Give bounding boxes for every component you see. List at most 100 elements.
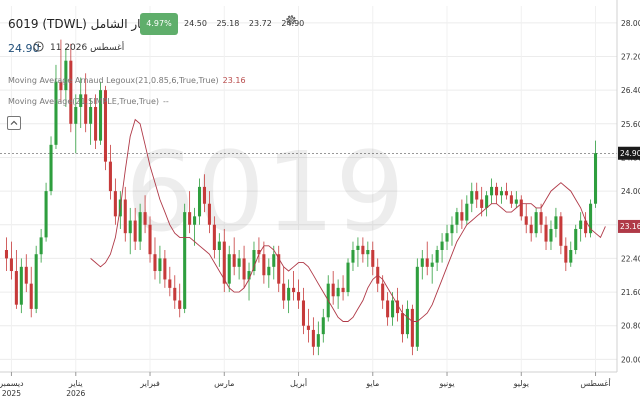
candle — [44, 182, 48, 242]
candle-body — [34, 254, 38, 309]
candle-body — [133, 220, 137, 242]
candle-body — [232, 254, 236, 267]
candle-body — [351, 250, 355, 263]
candle — [415, 258, 419, 351]
symbol-watermark: 6019 — [125, 128, 405, 256]
indicator-sma-label: Moving Average(21,SIMPLE,True,True) — [8, 97, 160, 106]
candle-body — [158, 258, 162, 272]
candle-body — [163, 258, 167, 280]
time-tick-label: يوليو — [513, 379, 529, 388]
candle-body — [282, 283, 286, 301]
candle-body — [405, 308, 409, 335]
candle-body — [574, 228, 578, 250]
candle-body — [178, 300, 182, 309]
chart-widget: 6019 28.0027.2026.4025.6024.8024.0023.20… — [0, 0, 640, 400]
candle-body — [287, 287, 291, 301]
candle-body — [148, 224, 152, 255]
candle-body — [430, 262, 434, 267]
candle-body — [504, 191, 508, 196]
price-chart[interactable]: 6019 28.0027.2026.4025.6024.8024.0023.20… — [0, 0, 640, 400]
indicator-sma-value: -- — [163, 97, 169, 106]
candle-body — [217, 241, 221, 250]
candle-body — [356, 245, 360, 250]
candle-body — [579, 220, 583, 229]
candle-body — [267, 266, 271, 276]
candle-body — [569, 250, 573, 263]
candle-body — [262, 254, 266, 276]
candle-body — [410, 308, 414, 347]
candle-body — [366, 250, 370, 255]
candle-body — [237, 258, 241, 267]
candle-body — [455, 212, 459, 225]
indicator-alma-value: 23.16 — [222, 76, 246, 85]
time-tick-label: مارس — [214, 379, 234, 388]
candle-body — [168, 279, 172, 288]
time-tick-label: أغسطس — [580, 378, 610, 388]
candle-body — [450, 224, 454, 234]
candle-body — [490, 186, 494, 196]
chevron-up-icon[interactable] — [7, 116, 21, 130]
candle-body — [465, 203, 469, 221]
clock-icon — [33, 41, 44, 52]
candle-body — [49, 144, 53, 192]
candle-body — [272, 254, 276, 267]
candle-body — [143, 212, 147, 225]
price-tick-label: 28.00 — [621, 19, 640, 28]
candle — [34, 245, 38, 314]
candle-body — [212, 224, 216, 250]
time-tick-label: مايو — [365, 379, 379, 388]
candle-body — [445, 233, 449, 242]
high-value: 25.18 — [216, 19, 240, 28]
candle-body — [420, 258, 424, 267]
candle-body — [514, 199, 518, 204]
candle-body — [296, 292, 301, 301]
candle-body — [331, 283, 335, 297]
low-value: 23.72 — [248, 19, 272, 28]
candle-body — [494, 186, 499, 196]
candle-body — [4, 250, 9, 259]
candle — [534, 207, 538, 238]
candle-body — [183, 212, 187, 309]
candle-body — [197, 186, 202, 217]
time-tick-year: 2025 — [2, 389, 21, 398]
time-tick-label: فبراير — [139, 379, 160, 388]
indicator-sma[interactable]: Moving Average(21,SIMPLE,True,True) -- — [8, 97, 169, 106]
price-tick-label: 22.40 — [621, 254, 640, 263]
candle-body — [534, 212, 538, 234]
time-tick-label: يونيو — [438, 379, 454, 388]
candle-body — [39, 237, 43, 255]
candle-body — [529, 224, 533, 234]
price-tick-label: 20.80 — [621, 322, 640, 331]
candle-body — [564, 245, 568, 263]
candle-body — [9, 258, 13, 272]
candle-body — [593, 153, 598, 204]
time-tick-label: ديسمبر — [0, 379, 24, 388]
candle-body — [193, 216, 197, 225]
candle-body — [138, 212, 142, 242]
last-price-tag-label: 24.90 — [620, 149, 640, 158]
candle-body — [519, 199, 523, 217]
gear-icon[interactable] — [284, 13, 298, 27]
indicator-alma[interactable]: Moving Average Arnaud Legoux(21,0.85,6,T… — [8, 76, 246, 85]
time-tick-year: 2026 — [66, 389, 85, 398]
candle-body — [14, 271, 18, 305]
price-tick-label: 27.20 — [621, 52, 640, 61]
candle-body — [207, 203, 211, 225]
candle-body — [524, 216, 528, 225]
candle-body — [242, 258, 246, 280]
candle-body — [381, 283, 385, 301]
bar-date: 11 أغسطس 2026 — [50, 43, 125, 53]
candle-body — [341, 287, 345, 293]
candle-body — [89, 106, 93, 124]
candle-body — [549, 228, 553, 242]
price-tick-label: 20.00 — [621, 355, 640, 364]
candle — [98, 81, 103, 145]
candle-body — [301, 300, 306, 326]
candle-body — [400, 313, 405, 335]
candle — [183, 203, 187, 314]
candle — [574, 224, 578, 255]
candle-body — [336, 287, 340, 297]
candle-body — [74, 106, 78, 124]
candle-body — [386, 300, 390, 318]
ma-price-tag-label: 23.16 — [620, 222, 640, 231]
